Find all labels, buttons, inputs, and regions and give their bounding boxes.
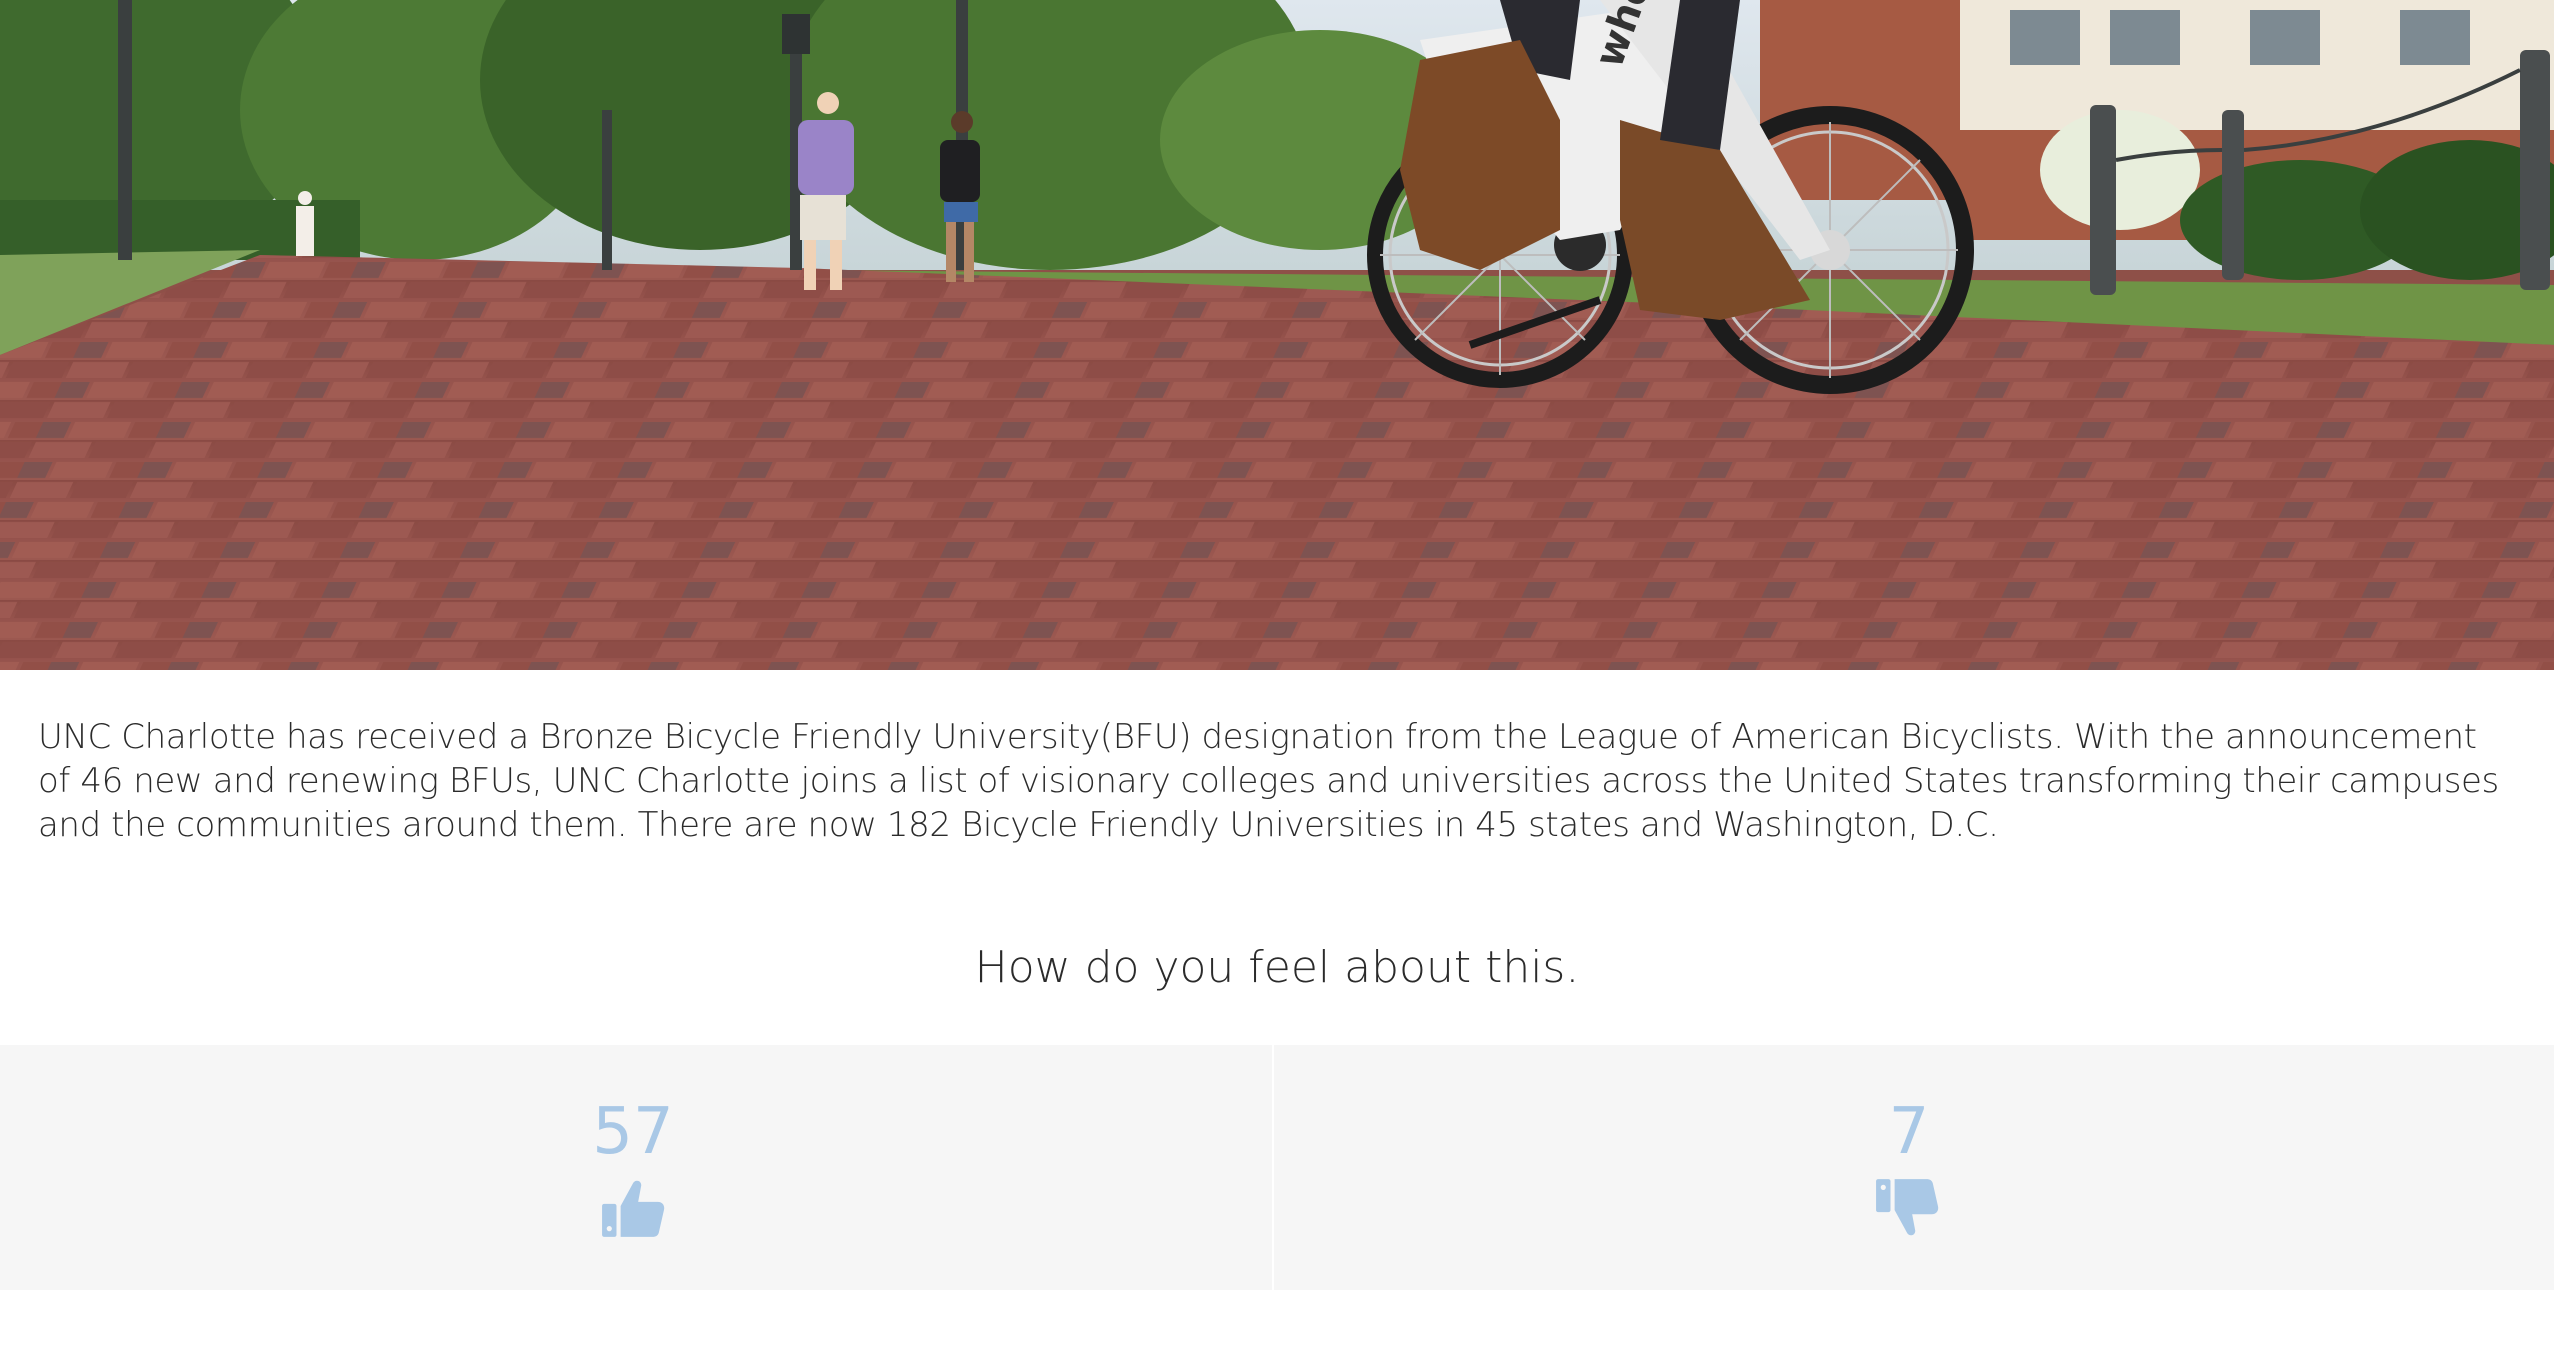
like-count: 57 (592, 1095, 674, 1169)
campus-bicycle-photo: wheels (0, 0, 2554, 670)
thumbs-up-icon (602, 1180, 665, 1237)
poll-question: How do you feel about this. (974, 942, 1580, 993)
article-text: UNC Charlotte has received a Bronze Bicy… (38, 717, 2499, 845)
hero-image: wheels (0, 0, 2554, 670)
like-button[interactable]: 57 (0, 1045, 1274, 1290)
thumbs-down-icon (1876, 1179, 1939, 1236)
vote-row: 57 7 (0, 1045, 2554, 1290)
dislike-count: 7 (1888, 1095, 1930, 1169)
page: wheels UNC Charlotte has received a Bron… (0, 0, 2554, 1350)
dislike-button[interactable]: 7 (1274, 1045, 2554, 1290)
